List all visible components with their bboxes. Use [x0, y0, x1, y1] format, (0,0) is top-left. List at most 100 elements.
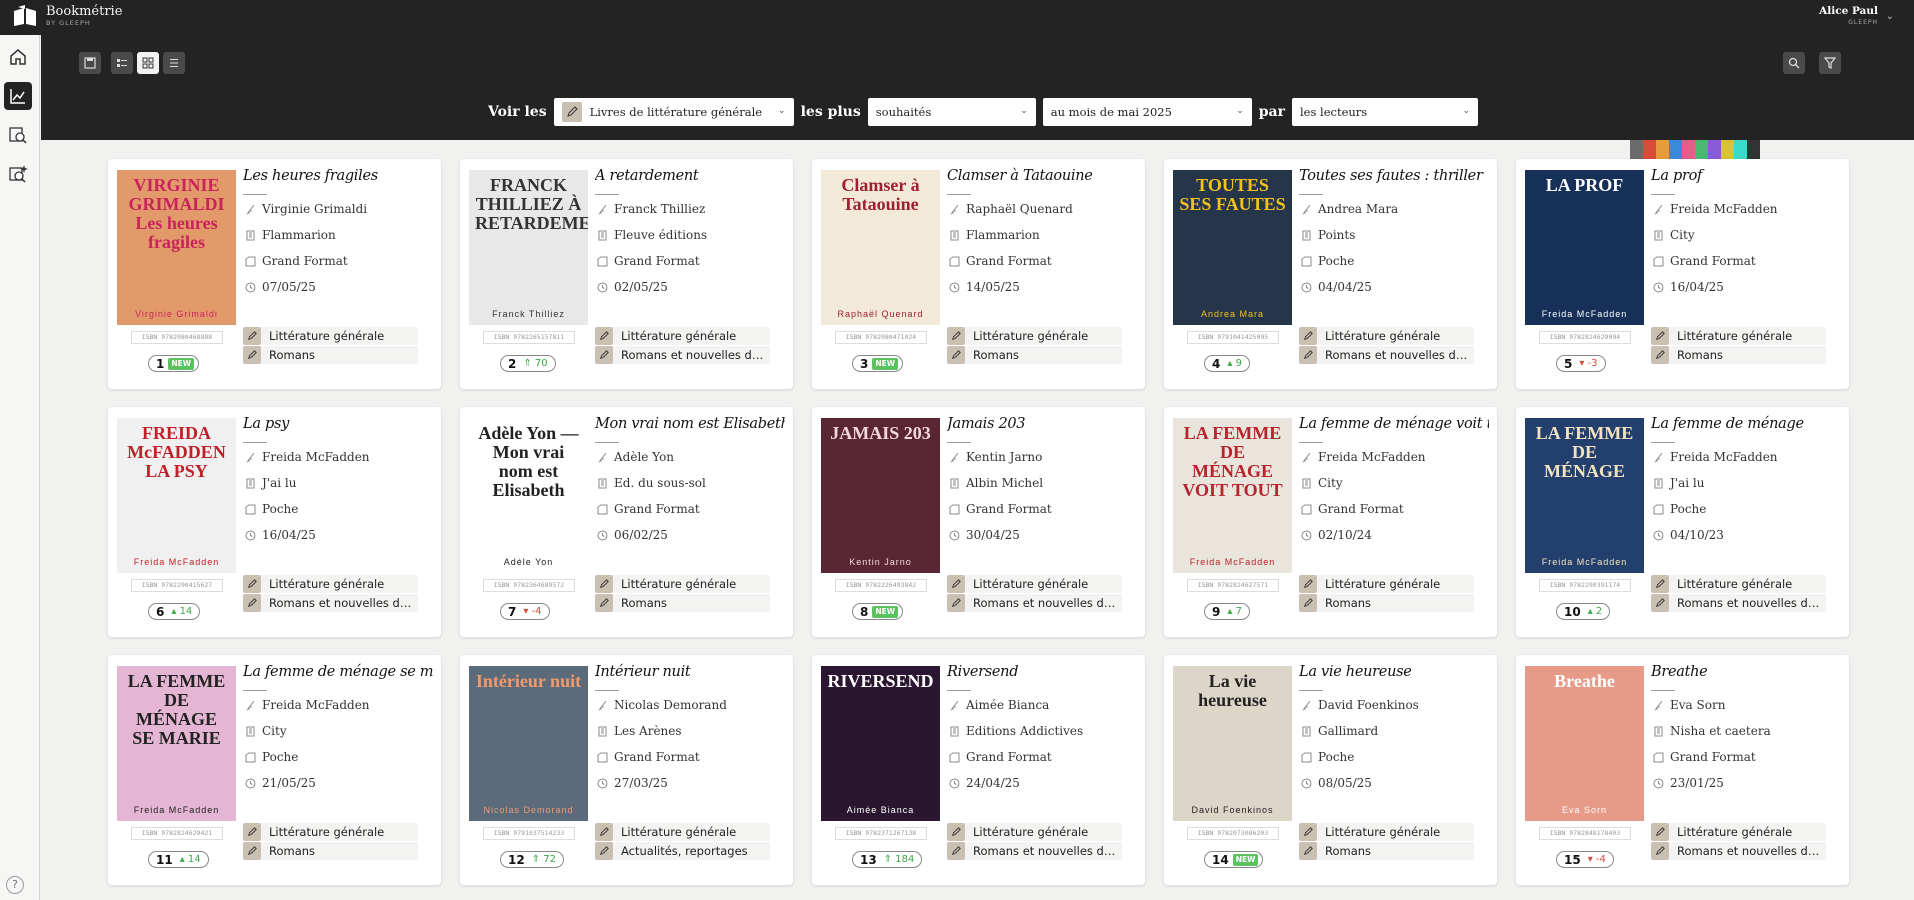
book-cover[interactable]: Intérieur nuit Nicolas Demorand [469, 666, 588, 821]
book-title[interactable]: La femme de ménage [1651, 414, 1841, 434]
book-author[interactable]: Franck Thilliez [597, 202, 705, 216]
book-author[interactable]: Freida McFadden [1653, 202, 1778, 216]
book-cover[interactable]: FREIDA McFADDEN LA PSY Freida McFadden [117, 418, 236, 573]
book-cover[interactable]: La vie heureuse David Foenkinos [1173, 666, 1292, 821]
book-title[interactable]: Mon vrai nom est Elisabeth [595, 414, 785, 434]
book-genre-tag[interactable]: Littérature générale [243, 327, 418, 345]
book-genre-tag[interactable]: Littérature générale [243, 575, 418, 593]
filter-button[interactable] [1819, 52, 1841, 74]
book-publisher[interactable]: Points [1301, 228, 1355, 242]
sidebar-item-home[interactable] [4, 43, 32, 71]
sidebar-item-rankings[interactable] [4, 82, 32, 110]
book-author[interactable]: Kentin Jarno [949, 450, 1042, 464]
book-genre-tag[interactable]: Littérature générale [1299, 823, 1474, 841]
book-card[interactable]: RIVERSEND Aimée Bianca Riversend Aimée Bian… [812, 655, 1145, 885]
book-title[interactable]: Riversend [947, 662, 1137, 682]
book-card[interactable]: FRANCK THILLIEZ À RETARDEMENT Franck Thil… [460, 159, 793, 389]
book-subgenre-tag[interactable]: Actualités, reportages [595, 842, 770, 860]
book-cover[interactable]: LA FEMME DE MÉNAGE Freida McFadden [1525, 418, 1644, 573]
book-author[interactable]: Andrea Mara [1301, 202, 1398, 216]
app-logo[interactable]: Bookmétrie BY GLEEPH [12, 5, 122, 27]
book-author[interactable]: Freida McFadden [1301, 450, 1426, 464]
book-subgenre-tag[interactable]: Romans et nouvelles de g… [1299, 346, 1474, 364]
book-title[interactable]: Toutes ses fautes : thriller [1299, 166, 1489, 186]
book-card[interactable]: La vie heureuse David Foenkinos La vie heu… [1164, 655, 1497, 885]
audience-select[interactable]: les lecteurs ⌄ [1292, 98, 1478, 126]
metric-select[interactable]: souhaités ⌄ [867, 98, 1036, 126]
view-list-button[interactable] [163, 52, 185, 74]
book-card[interactable]: LA FEMME DE MÉNAGE VOIT TOUT Freida McFad… [1164, 407, 1497, 637]
book-genre-tag[interactable]: Littérature générale [1299, 327, 1474, 345]
book-subgenre-tag[interactable]: Romans [595, 594, 770, 612]
book-subgenre-tag[interactable]: Romans et nouvelles de g… [1651, 594, 1826, 612]
book-publisher[interactable]: Flammarion [949, 228, 1040, 242]
book-genre-tag[interactable]: Littérature générale [1299, 575, 1474, 593]
book-card[interactable]: VIRGINIE GRIMALDI Les heures fragiles Vir… [108, 159, 441, 389]
book-title[interactable]: La femme de ménage se marie [243, 662, 433, 682]
book-card[interactable]: FREIDA McFADDEN LA PSY Freida McFadden La … [108, 407, 441, 637]
book-card[interactable]: Clamser à Tataouine Raphaël Quenard Clamse… [812, 159, 1145, 389]
book-cover[interactable]: FRANCK THILLIEZ À RETARDEMENT Franck Thil… [469, 170, 588, 325]
book-card[interactable]: Intérieur nuit Nicolas Demorand Intérieur … [460, 655, 793, 885]
book-cover[interactable]: LA FEMME DE MÉNAGE SE MARIE Freida McFadd… [117, 666, 236, 821]
book-publisher[interactable]: City [1301, 476, 1343, 490]
book-genre-tag[interactable]: Littérature générale [595, 575, 770, 593]
book-author[interactable]: Freida McFadden [1653, 450, 1778, 464]
book-card[interactable]: LA FEMME DE MÉNAGE Freida McFadden La femm… [1516, 407, 1849, 637]
book-publisher[interactable]: Fleuve éditions [597, 228, 707, 242]
book-genre-tag[interactable]: Littérature générale [595, 327, 770, 345]
book-genre-tag[interactable]: Littérature générale [1651, 823, 1826, 841]
book-title[interactable]: Clamser à Tataouine [947, 166, 1137, 186]
book-subgenre-tag[interactable]: Romans et nouvelles de g… [595, 346, 770, 364]
book-subgenre-tag[interactable]: Romans [243, 346, 418, 364]
book-publisher[interactable]: J'ai lu [245, 476, 296, 490]
sidebar-item-search-new[interactable] [4, 160, 32, 188]
category-select[interactable]: Livres de littérature générale ⌄ [553, 98, 794, 126]
book-title[interactable]: La psy [243, 414, 433, 434]
book-publisher[interactable]: City [1653, 228, 1695, 242]
book-title[interactable]: A retardement [595, 166, 785, 186]
book-genre-tag[interactable]: Littérature générale [947, 823, 1122, 841]
book-cover[interactable]: RIVERSEND Aimée Bianca [821, 666, 940, 821]
user-menu[interactable]: Alice Paul GLEEPH [1819, 5, 1878, 27]
book-genre-tag[interactable]: Littérature générale [1651, 327, 1826, 345]
book-title[interactable]: Jamais 203 [947, 414, 1137, 434]
sidebar-item-search-book[interactable] [4, 121, 32, 149]
book-publisher[interactable]: City [245, 724, 287, 738]
book-subgenre-tag[interactable]: Romans et nouvelles de g… [243, 594, 418, 612]
book-card[interactable]: JAMAIS 203 Kentin Jarno Jamais 203 Kentin J… [812, 407, 1145, 637]
book-cover[interactable]: JAMAIS 203 Kentin Jarno [821, 418, 940, 573]
book-author[interactable]: Eva Sorn [1653, 698, 1725, 712]
book-card[interactable]: LA PROF Freida McFadden La prof Freida McFa… [1516, 159, 1849, 389]
book-genre-tag[interactable]: Littérature générale [595, 823, 770, 841]
book-card[interactable]: Adèle Yon — Mon vrai nom est Elisabeth Ad… [460, 407, 793, 637]
book-subgenre-tag[interactable]: Romans [243, 842, 418, 860]
book-subgenre-tag[interactable]: Romans [947, 346, 1122, 364]
book-subgenre-tag[interactable]: Romans et nouvelles de g… [947, 842, 1122, 860]
book-cover[interactable]: LA PROF Freida McFadden [1525, 170, 1644, 325]
book-publisher[interactable]: Albin Michel [949, 476, 1043, 490]
book-publisher[interactable]: Nisha et caetera [1653, 724, 1771, 738]
book-title[interactable]: Breathe [1651, 662, 1841, 682]
book-subgenre-tag[interactable]: Romans [1299, 594, 1474, 612]
book-genre-tag[interactable]: Littérature générale [947, 327, 1122, 345]
book-card[interactable]: TOUTES SES FAUTES Andrea Mara Toutes ses f… [1164, 159, 1497, 389]
book-publisher[interactable]: Gallimard [1301, 724, 1378, 738]
book-author[interactable]: David Foenkinos [1301, 698, 1419, 712]
book-card[interactable]: LA FEMME DE MÉNAGE SE MARIE Freida McFadd… [108, 655, 441, 885]
book-subgenre-tag[interactable]: Romans et nouvelles de g… [1651, 842, 1826, 860]
book-subgenre-tag[interactable]: Romans [1651, 346, 1826, 364]
book-publisher[interactable]: Flammarion [245, 228, 336, 242]
book-author[interactable]: Adèle Yon [597, 450, 674, 464]
view-detail-button[interactable] [111, 52, 133, 74]
help-icon[interactable]: ? [6, 876, 24, 894]
book-publisher[interactable]: Les Arènes [597, 724, 682, 738]
book-card[interactable]: Breathe Eva Sorn Breathe Eva Sorn Nisha et c… [1516, 655, 1849, 885]
book-cover[interactable]: Clamser à Tataouine Raphaël Quenard [821, 170, 940, 325]
save-button[interactable] [79, 52, 101, 74]
book-author[interactable]: Raphaël Quenard [949, 202, 1073, 216]
book-publisher[interactable]: J'ai lu [1653, 476, 1704, 490]
book-subgenre-tag[interactable]: Romans [1299, 842, 1474, 860]
book-title[interactable]: La femme de ménage voit tout [1299, 414, 1489, 434]
book-cover[interactable]: Breathe Eva Sorn [1525, 666, 1644, 821]
